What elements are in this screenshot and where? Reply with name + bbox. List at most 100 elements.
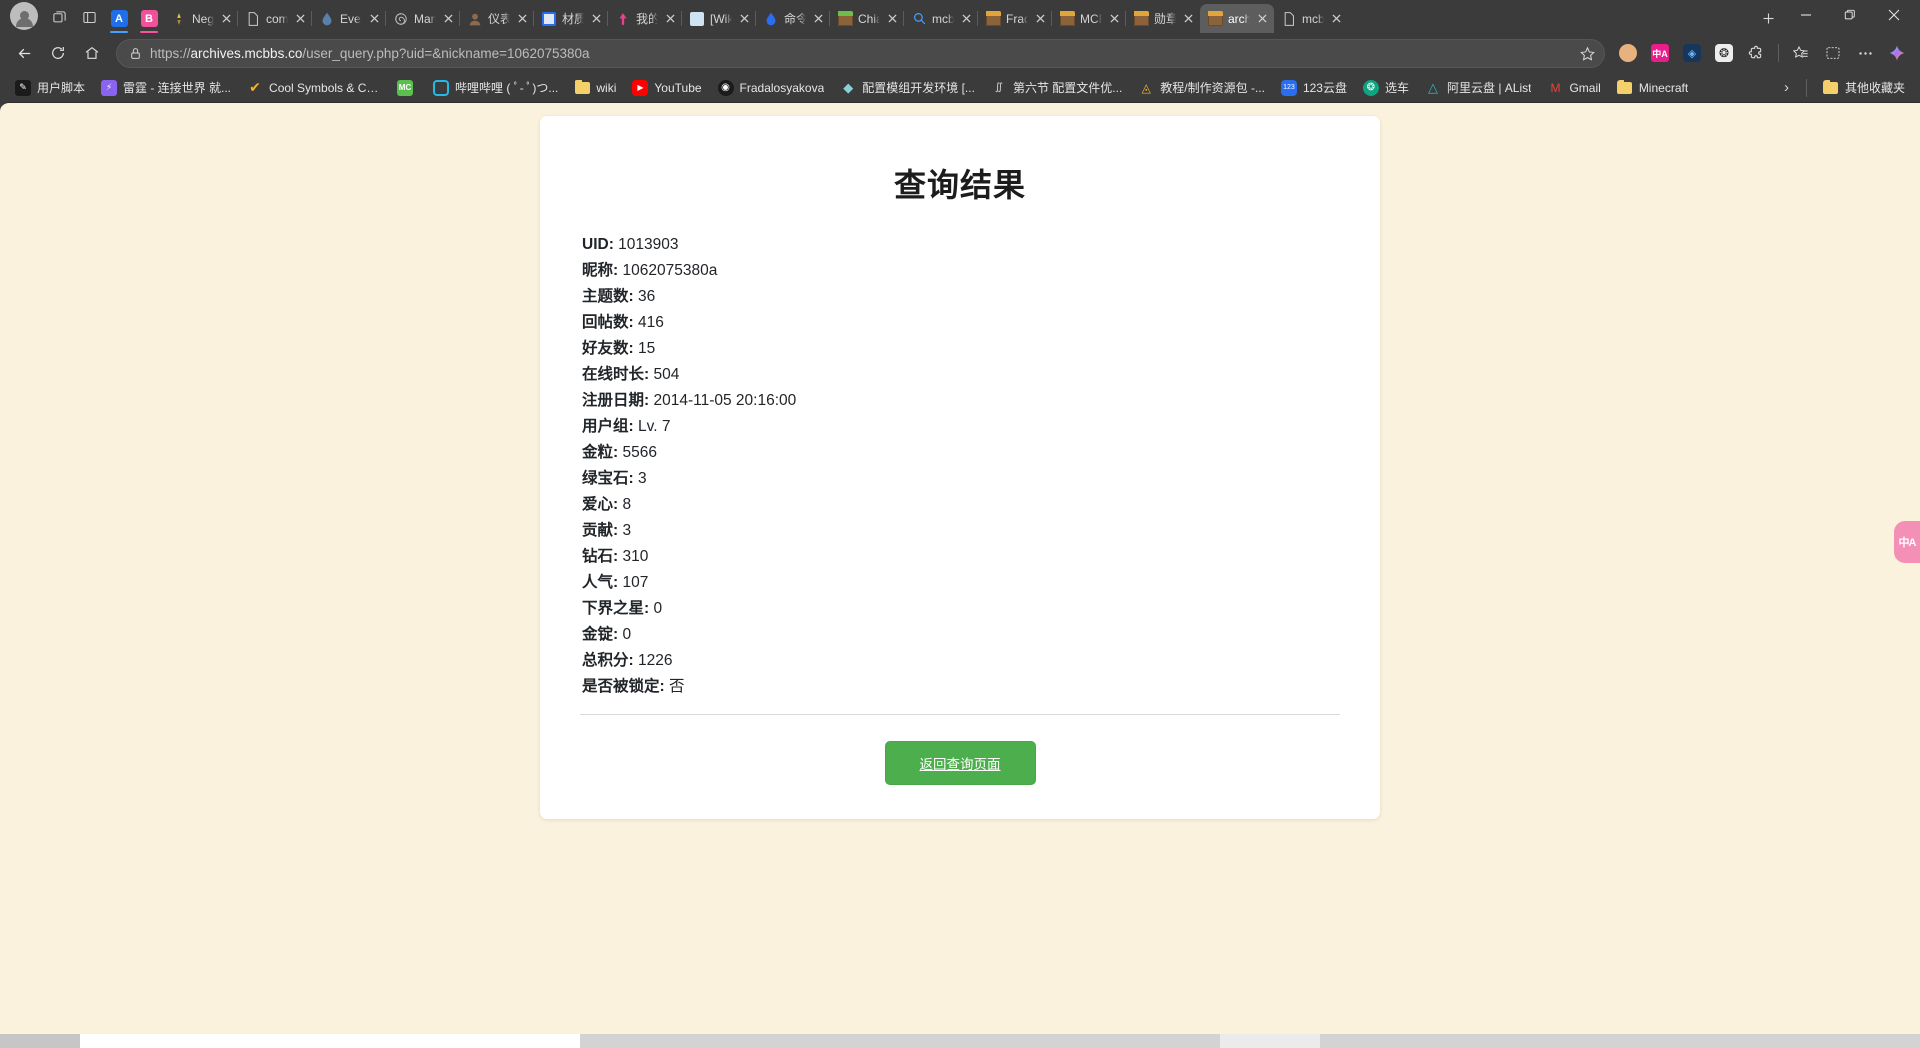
tab-close-icon[interactable] (811, 11, 826, 26)
browser-tab-texture[interactable]: 材质 (533, 4, 608, 33)
back-to-query-button[interactable]: 返回查询页面 (884, 741, 1036, 785)
url-text: https://archives.mcbbs.co/user_query.php… (150, 46, 1568, 61)
settings-more-icon[interactable] (1850, 38, 1880, 68)
bookmark-item-fradalosyakova[interactable]: ◉ Fradalosyakova (711, 77, 832, 99)
browser-tab-frada[interactable]: Frada (977, 4, 1052, 33)
pinned-tab-a[interactable]: A (104, 4, 134, 33)
chevron-right-icon[interactable]: › (1776, 79, 1797, 96)
bookmark-item-wiki[interactable]: wiki (567, 77, 623, 99)
bookmark-item-minecraft[interactable]: Minecraft (1610, 77, 1695, 99)
bookmark-item-resource-pack[interactable]: ◬ 教程/制作资源包 -... (1131, 76, 1272, 99)
info-row-gold-ingot: 金锭: 0 (582, 626, 632, 643)
tab-close-icon[interactable] (1255, 11, 1270, 26)
refresh-button[interactable] (42, 38, 74, 68)
info-value: 8 (622, 496, 632, 513)
extensions-icon[interactable] (1741, 38, 1771, 68)
info-key: 总积分 (582, 652, 629, 669)
copilot-page-icon[interactable]: ◈ (1677, 38, 1707, 68)
folder-icon (1823, 79, 1839, 96)
bookmark-label: YouTube (654, 80, 702, 95)
tab-close-icon[interactable] (367, 11, 382, 26)
browser-tab-mcbb[interactable]: MCBB (1051, 4, 1126, 33)
section-divider (580, 714, 1340, 715)
profile-avatar-icon[interactable] (10, 2, 38, 30)
bookmark-item-cool-symbols[interactable]: ✔ Cool Symbols & Co... (240, 77, 390, 99)
tab-close-icon[interactable] (1329, 11, 1344, 26)
tab-close-icon[interactable] (737, 11, 752, 26)
copilot-icon[interactable] (1882, 38, 1912, 68)
url-prefix: https:// (150, 45, 191, 61)
person-icon (467, 11, 483, 27)
browser-tab-compl[interactable]: com.p (237, 4, 312, 33)
tab-close-icon[interactable] (1033, 11, 1048, 26)
tab-label: Event (340, 11, 362, 26)
split-screen-icon[interactable] (1818, 38, 1848, 68)
pinned-tab-b[interactable]: B (134, 4, 164, 33)
tab-close-icon[interactable] (959, 11, 974, 26)
back-button[interactable] (8, 38, 40, 68)
bookmark-item-aliyun-alist[interactable]: △ 阿里云盘 | AList (1418, 76, 1538, 99)
tab-close-icon[interactable] (1181, 11, 1196, 26)
tab-close-icon[interactable] (663, 11, 678, 26)
browser-tab-command[interactable]: 命令 (755, 4, 830, 33)
browser-tab-medal[interactable]: 勋章惨 (1125, 4, 1200, 33)
tab-close-icon[interactable] (1107, 11, 1122, 26)
bookmark-item-youtube[interactable]: ▶ YouTube (625, 77, 708, 99)
favorite-star-icon[interactable] (1576, 42, 1598, 64)
bookmarks-overflow: › 其他收藏夹 (1776, 76, 1912, 99)
bookmark-item-userscript[interactable]: ✎ 用户脚本 (8, 76, 92, 99)
tab-close-icon[interactable] (885, 11, 900, 26)
palette-icon: ◬ (1141, 80, 1151, 95)
bookmark-item-leiting[interactable]: ⚡ 雷霆 - 连接世界 就... (94, 76, 238, 99)
browser-tab-marke[interactable]: Marke (385, 4, 460, 33)
window-controls (1784, 1, 1916, 29)
browser-tab-dashboard[interactable]: 仪表盘 (459, 4, 534, 33)
browser-tab-wiki[interactable]: [Wiki] (681, 4, 756, 33)
translate-widget-pill[interactable]: 中A (1894, 521, 1920, 563)
info-value: 504 (653, 366, 680, 383)
bookmark-item-xuanche[interactable]: ❂ 选车 (1356, 76, 1416, 99)
tab-close-icon[interactable] (441, 11, 456, 26)
tab-search-icon[interactable] (44, 3, 74, 31)
openai-icon[interactable]: ❂ (1709, 38, 1739, 68)
info-value: 3 (637, 470, 647, 487)
bookmark-item-modding-env[interactable]: ◆ 配置模组开发环境 [... (833, 76, 982, 99)
address-bar[interactable]: https://archives.mcbbs.co/user_query.php… (116, 38, 1605, 68)
bookmark-item-123pan[interactable]: 123 123云盘 (1274, 76, 1354, 99)
browser-tab-mcbbs-search[interactable]: mcbbs (903, 4, 978, 33)
browser-tab-myworld[interactable]: 我的世 (607, 4, 682, 33)
browser-tab-event[interactable]: Event (311, 4, 386, 33)
tab-close-icon[interactable] (293, 11, 308, 26)
bookmark-item-mc[interactable]: MC (392, 77, 424, 99)
taskbar-segment (80, 1034, 580, 1048)
browser-tab-archives-active[interactable]: archive (1200, 4, 1274, 33)
tab-close-icon[interactable] (219, 11, 234, 26)
maximize-restore-button[interactable] (1828, 1, 1872, 29)
bookmark-item-gmail[interactable]: M Gmail (1540, 77, 1607, 99)
pinned-tab-a-letter: A (110, 10, 128, 27)
browser-tab-chiang[interactable]: Chiang (829, 4, 904, 33)
split-pane-icon[interactable] (74, 3, 104, 31)
page-title: 查询结果 (893, 167, 1026, 203)
new-tab-button[interactable] (1752, 4, 1784, 32)
close-window-button[interactable] (1872, 1, 1916, 29)
tab-close-icon[interactable] (515, 11, 530, 26)
search-icon (911, 11, 927, 27)
openai-icon: ❂ (1362, 79, 1379, 96)
tab-label: Negati (192, 11, 214, 26)
bookmark-label: 雷霆 - 连接世界 就... (123, 81, 232, 95)
mc-icon: MC (397, 79, 414, 96)
translate-icon[interactable]: 中A (1645, 38, 1675, 68)
info-key: 钻石 (582, 548, 614, 565)
minimize-button[interactable] (1784, 1, 1828, 29)
profile-face-icon[interactable] (1613, 38, 1643, 68)
browser-tab-mcbbs-doc[interactable]: mcbbs (1274, 4, 1348, 33)
bookmark-item-other-favorites[interactable]: 其他收藏夹 (1816, 76, 1912, 99)
tab-label: archive (1228, 11, 1250, 26)
tab-close-icon[interactable] (589, 11, 604, 26)
bookmark-item-config-file[interactable]: ∬ 第六节 配置文件优... (984, 76, 1129, 99)
bookmark-item-bilibili[interactable]: 哔哩哔哩 ( ﾟ- ﾟ)つ... (426, 76, 565, 99)
home-button[interactable] (76, 38, 108, 68)
browser-tab-negati[interactable]: Negati (164, 4, 238, 33)
collections-icon[interactable] (1786, 38, 1816, 68)
